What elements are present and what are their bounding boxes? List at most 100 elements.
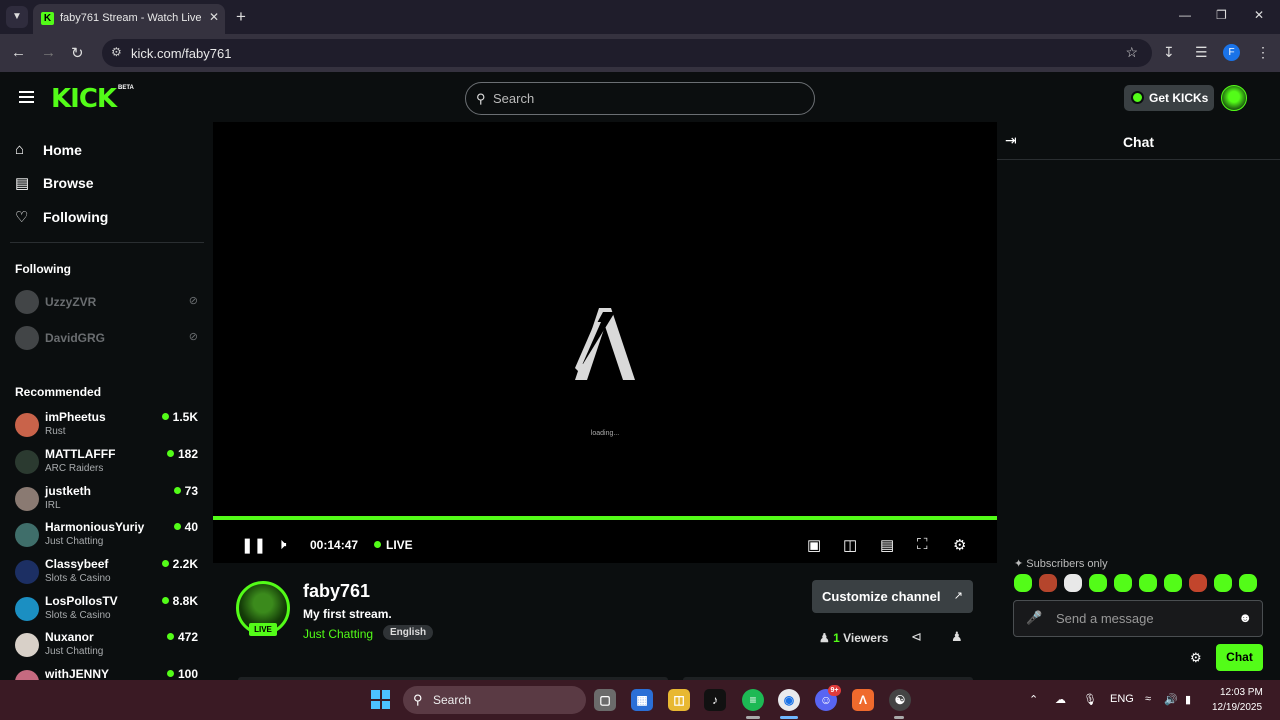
stream-category-link[interactable]: Just Chatting <box>303 627 373 641</box>
back-icon[interactable]: ← <box>11 44 26 61</box>
windows-start-icon[interactable] <box>371 690 390 709</box>
minimize-button[interactable]: — <box>1179 8 1191 22</box>
nav-label: Browse <box>43 175 94 191</box>
get-kicks-button[interactable]: Get KICKs <box>1124 85 1214 111</box>
speaker-icon[interactable]: 🔊 <box>1164 693 1178 706</box>
app-icon[interactable]: Λ <box>852 689 874 711</box>
customize-label: Customize channel <box>822 589 941 604</box>
user-avatar[interactable] <box>1221 85 1247 111</box>
tab-list-button[interactable]: ▼ <box>6 6 28 28</box>
tiktok-icon[interactable]: ♪ <box>704 689 726 711</box>
reload-icon[interactable]: ↻ <box>71 44 84 62</box>
site-settings-icon[interactable]: ⚙ <box>111 45 122 59</box>
chat-send-button[interactable]: Chat <box>1216 644 1263 671</box>
avatar <box>15 523 39 547</box>
customize-channel-button[interactable]: Customize channel ↗ <box>812 580 973 613</box>
downloads-icon[interactable]: ↧ <box>1163 44 1175 61</box>
sidebar-item-home[interactable]: ⌂ Home <box>15 138 205 162</box>
emote-icon[interactable] <box>1014 574 1032 592</box>
close-window-button[interactable]: ✕ <box>1254 8 1264 22</box>
emote-icon[interactable] <box>1064 574 1082 592</box>
recommended-item[interactable]: MATTLAFFF ARC Raiders 182 <box>15 445 200 479</box>
theater-mode-icon[interactable]: ▤ <box>880 536 894 554</box>
following-heading: Following <box>15 262 71 276</box>
recommended-item[interactable]: Nuxanor Just Chatting 472 <box>15 628 200 662</box>
chevron-up-icon[interactable]: ⌃ <box>1029 693 1038 706</box>
recommended-item[interactable]: justketh IRL 73 <box>15 482 200 516</box>
pause-icon[interactable]: ❚❚ <box>241 536 266 554</box>
input-language[interactable]: ENG <box>1110 693 1134 705</box>
emoji-icon[interactable]: ☻ <box>1238 610 1252 625</box>
new-tab-button[interactable]: + <box>236 7 246 27</box>
emote-icon[interactable] <box>1189 574 1207 592</box>
following-item[interactable]: UzzyZVR ⊘ <box>15 289 200 315</box>
bookmark-star-icon[interactable]: ☆ <box>1125 44 1138 61</box>
emote-icon[interactable] <box>1139 574 1157 592</box>
task-view-icon[interactable]: ▢ <box>594 689 616 711</box>
recommended-item[interactable]: imPheetus Rust 1.5K <box>15 408 200 442</box>
chrome-icon[interactable]: ◉ <box>778 689 800 711</box>
language-tag[interactable]: English <box>383 625 434 640</box>
file-explorer-icon[interactable]: ◫ <box>668 689 690 711</box>
sidebar-item-browse[interactable]: ▤ Browse <box>15 171 205 195</box>
address-bar[interactable]: ⚙ kick.com/faby761 ☆ <box>102 39 1152 67</box>
search-input[interactable]: ⚲ Search <box>465 82 815 115</box>
microphone-icon[interactable]: 🎙 <box>1083 693 1097 706</box>
forward-icon[interactable]: → <box>41 44 56 61</box>
clock-date[interactable]: 12/19/2025 <box>1212 702 1262 713</box>
clock-time[interactable]: 12:03 PM <box>1220 687 1263 698</box>
browser-profile-avatar[interactable]: F <box>1223 44 1240 61</box>
taskbar-search[interactable]: ⚲ Search <box>403 686 586 714</box>
external-link-icon: ↗ <box>953 590 963 602</box>
share-icon[interactable]: ⊲ <box>911 629 922 645</box>
following-item[interactable]: DavidGRG ⊘ <box>15 325 200 351</box>
live-dot-icon <box>166 633 174 640</box>
reading-list-icon[interactable]: ☰ <box>1195 44 1208 61</box>
spotify-icon[interactable]: ≡ <box>742 689 764 711</box>
playback-progress-bar[interactable] <box>213 516 997 520</box>
sidebar-divider <box>10 242 204 243</box>
recommended-item[interactable]: Classybeef Slots & Casino 2.2K <box>15 555 200 589</box>
sidebar: ⌂ Home ▤ Browse ♡ Following Following Uz… <box>0 122 213 680</box>
search-icon: ⚲ <box>413 692 423 707</box>
emote-icon[interactable] <box>1039 574 1057 592</box>
chat-panel: ⇥ Chat ✦ Subscribers only 🎤 Send a messa… <box>997 122 1280 680</box>
volume-icon[interactable]: 🕨 <box>277 536 286 553</box>
emote-icon[interactable] <box>1214 574 1232 592</box>
viewer-count: 40 <box>173 520 198 534</box>
emote-row <box>1014 574 1276 594</box>
recommended-item[interactable]: LosPollosTV Slots & Casino 8.8K <box>15 592 200 626</box>
app-icon[interactable]: ☯ <box>889 689 911 711</box>
cloud-icon[interactable]: ☁ <box>1055 693 1066 706</box>
emote-icon[interactable] <box>1164 574 1182 592</box>
fullscreen-icon[interactable]: ⛶ <box>917 536 928 553</box>
menu-icon[interactable] <box>19 91 34 103</box>
emote-icon[interactable] <box>1239 574 1257 592</box>
add-user-icon[interactable]: ♟ <box>951 629 963 645</box>
settings-gear-icon[interactable]: ⚙ <box>953 536 966 554</box>
emote-icon[interactable] <box>1089 574 1107 592</box>
close-tab-icon[interactable]: ✕ <box>209 10 219 24</box>
clip-icon[interactable]: ◫ <box>843 536 857 554</box>
channel-name: UzzyZVR <box>45 295 97 309</box>
chat-settings-icon[interactable]: ⚙ <box>1190 650 1202 666</box>
sidebar-item-following[interactable]: ♡ Following <box>15 205 205 229</box>
video-player[interactable]: loading... ❚❚ 🕨 00:14:47 LIVE ▣ ◫ ▤ ⛶ ⚙ <box>213 122 997 563</box>
miniplayer-icon[interactable]: ▣ <box>807 536 821 554</box>
battery-icon[interactable]: ▮ <box>1185 693 1191 706</box>
wifi-icon[interactable]: ≈ <box>1145 693 1151 705</box>
chat-message-input[interactable]: 🎤 Send a message ☻ <box>1013 600 1263 637</box>
recommended-item[interactable]: HarmoniousYuriy Just Chatting 40 <box>15 518 200 552</box>
restore-button[interactable]: ❐ <box>1216 8 1227 22</box>
store-icon[interactable]: ▦ <box>631 689 653 711</box>
site-header: KICK BETA ⚲ Search Get KICKs <box>0 72 1280 122</box>
avatar <box>15 560 39 584</box>
more-menu-icon[interactable]: ⋮ <box>1256 44 1270 61</box>
recommended-item[interactable]: withJENNY 100 <box>15 665 200 680</box>
microphone-icon[interactable]: 🎤 <box>1026 610 1042 626</box>
browser-tab[interactable]: K faby761 Stream - Watch Live on Kick ✕ <box>33 4 225 34</box>
channel-name[interactable]: faby761 <box>303 581 370 602</box>
kick-logo[interactable]: KICK <box>51 84 117 114</box>
emote-icon[interactable] <box>1114 574 1132 592</box>
url-text: kick.com/faby761 <box>131 46 232 61</box>
